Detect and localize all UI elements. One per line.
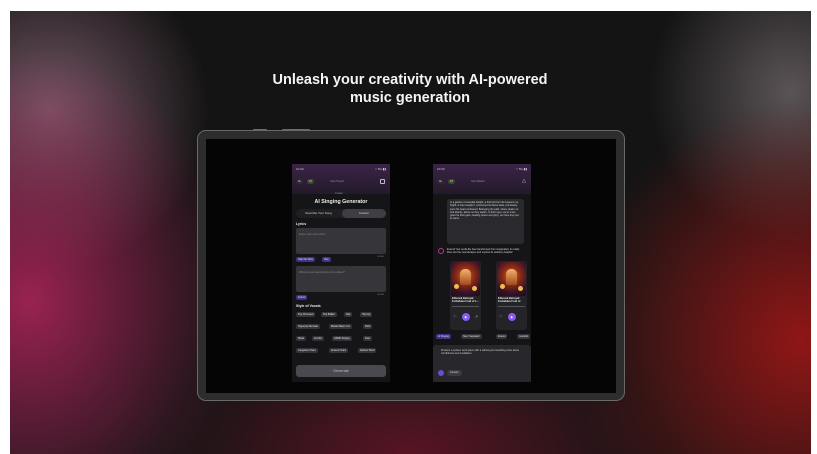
lyrics-label: Lyrics xyxy=(296,222,307,226)
song-card[interactable]: Ethereal Betrayal: Forbidden Fruit of ♡ … xyxy=(496,261,527,330)
phone-chat-results: 10:00 ∷ 5G ▮▮ AL 23 Start Ballad △ In a … xyxy=(433,164,531,382)
account-chip[interactable]: AL xyxy=(296,179,304,184)
style-label: Style of Vocals xyxy=(296,304,321,308)
style-tag[interactable]: Acrobic xyxy=(312,336,324,341)
small-caption: Create xyxy=(335,192,343,195)
style-tag[interactable]: Ancient Chant xyxy=(329,348,349,353)
style-tag[interactable]: Metal xyxy=(296,336,306,341)
share-icon[interactable]: ↗ xyxy=(475,314,478,319)
status-signal: ∷ 5G ▮▮ xyxy=(516,167,527,171)
prompt-text: Produce a spoken word piece with a calmi… xyxy=(441,349,519,356)
style-tag[interactable]: Pop Chorused xyxy=(296,312,316,317)
progress-bar[interactable] xyxy=(452,306,479,307)
tablet-screen: 10:30 ∷ 5G ▮▮ AL 23 Start Project Create… xyxy=(206,139,616,393)
album-cover xyxy=(497,262,526,296)
play-icon[interactable]: ▶ xyxy=(508,313,516,321)
page-title: AI Singing Generator xyxy=(314,199,368,205)
style-tag[interactable]: Pop Ballad xyxy=(321,312,337,317)
heart-icon[interactable]: ♡ xyxy=(453,314,457,319)
style-tag[interactable]: Hyperpop Remade xyxy=(296,324,321,329)
custom-button[interactable]: Custom xyxy=(447,370,462,376)
credits-chip[interactable]: 23 xyxy=(448,179,455,184)
tag-autopilot[interactable]: Autopilot xyxy=(517,334,531,339)
progress-bar[interactable] xyxy=(498,306,525,307)
heart-icon[interactable]: ♡ xyxy=(499,314,503,319)
tag-ai-singing[interactable]: AI Singing xyxy=(436,334,451,339)
style-tag[interactable]: Hip-hop xyxy=(360,312,373,317)
style-tag[interactable]: Spoken Word xyxy=(358,348,377,353)
style-tag[interactable]: Mariah Maxm Cut xyxy=(329,324,352,329)
play-icon[interactable]: ▶ xyxy=(462,313,470,321)
account-chip[interactable]: AL xyxy=(437,179,445,184)
prompt-placeholder: What do you want lyrics to be about? xyxy=(299,270,345,274)
style-tag[interactable]: Gregorian Chant xyxy=(296,348,318,353)
phone-header: 10:00 ∷ 5G ▮▮ AL 23 Start Ballad △ xyxy=(433,164,531,194)
tab-describe-your-song[interactable]: Describe Your Song xyxy=(296,209,341,218)
header-tab[interactable]: Start Project xyxy=(330,180,344,183)
status-time: 10:30 xyxy=(296,167,304,171)
style-tag[interactable]: Rap xyxy=(344,312,353,317)
prompt-input[interactable]: What do you want lyrics to be about? xyxy=(296,266,386,292)
headline: Unleash your creativity with AI-powered … xyxy=(272,72,548,106)
mic-icon[interactable] xyxy=(438,370,444,376)
phone-singing-generator: 10:30 ∷ 5G ▮▮ AL 23 Start Project Create… xyxy=(292,164,390,382)
tablet-device: 10:30 ∷ 5G ▮▮ AL 23 Start Project Create… xyxy=(197,129,625,401)
help-me-write-button[interactable]: Help Me Write xyxy=(296,257,316,262)
song-card[interactable]: Ethereal Betrayal: Forbidden Fruit of L.… xyxy=(450,261,481,330)
hero-section: Unleash your creativity with AI-powered … xyxy=(10,11,811,454)
lyrics-bubble: In a garden of celestial delight, a frui… xyxy=(447,199,524,244)
vary-button[interactable]: Vary xyxy=(322,257,331,262)
album-cover xyxy=(451,262,480,296)
lyrics-placeholder: Enter your own lyrics xyxy=(299,232,325,236)
generate-button[interactable]: Generate xyxy=(296,365,386,377)
tablet-button xyxy=(253,129,267,131)
status-signal: ∷ 5G ▮▮ xyxy=(375,167,386,171)
style-tag[interactable]: Rock xyxy=(363,324,373,329)
assistant-reply: Extend Your audio file has transformed f… xyxy=(447,248,520,255)
tablet-button xyxy=(282,129,310,131)
lyrics-count: 0/1000 xyxy=(377,256,384,258)
prompt-composer[interactable]: Produce a spoken word piece with a calmi… xyxy=(433,345,531,382)
tag-extend[interactable]: Extend xyxy=(496,334,508,339)
profile-icon[interactable] xyxy=(380,179,385,184)
song-title: Ethereal Betrayal: Forbidden Fruit of xyxy=(498,297,521,304)
style-tag[interactable]: ASMR Singing xyxy=(332,336,352,341)
mode-tabs: Describe Your Song Custom xyxy=(296,209,386,218)
phone-header: 10:30 ∷ 5G ▮▮ AL 23 Start Project xyxy=(292,164,390,194)
style-tag[interactable]: Duet xyxy=(363,336,373,341)
lyrics-input[interactable]: Enter your own lyrics xyxy=(296,228,386,254)
assistant-avatar-icon xyxy=(438,248,444,254)
warning-icon[interactable]: △ xyxy=(522,179,526,184)
header-tab[interactable]: Start Ballad xyxy=(471,180,484,183)
submit-button[interactable]: Submit xyxy=(296,295,308,300)
status-time: 10:00 xyxy=(437,167,445,171)
tag-stem-separator[interactable]: Stem Separator xyxy=(461,334,482,339)
tab-custom[interactable]: Custom xyxy=(342,209,386,218)
prompt-count: 0/1000 xyxy=(377,294,384,296)
song-title: Ethereal Betrayal: Forbidden Fruit of L.… xyxy=(452,297,479,304)
credits-chip[interactable]: 23 xyxy=(307,179,314,184)
